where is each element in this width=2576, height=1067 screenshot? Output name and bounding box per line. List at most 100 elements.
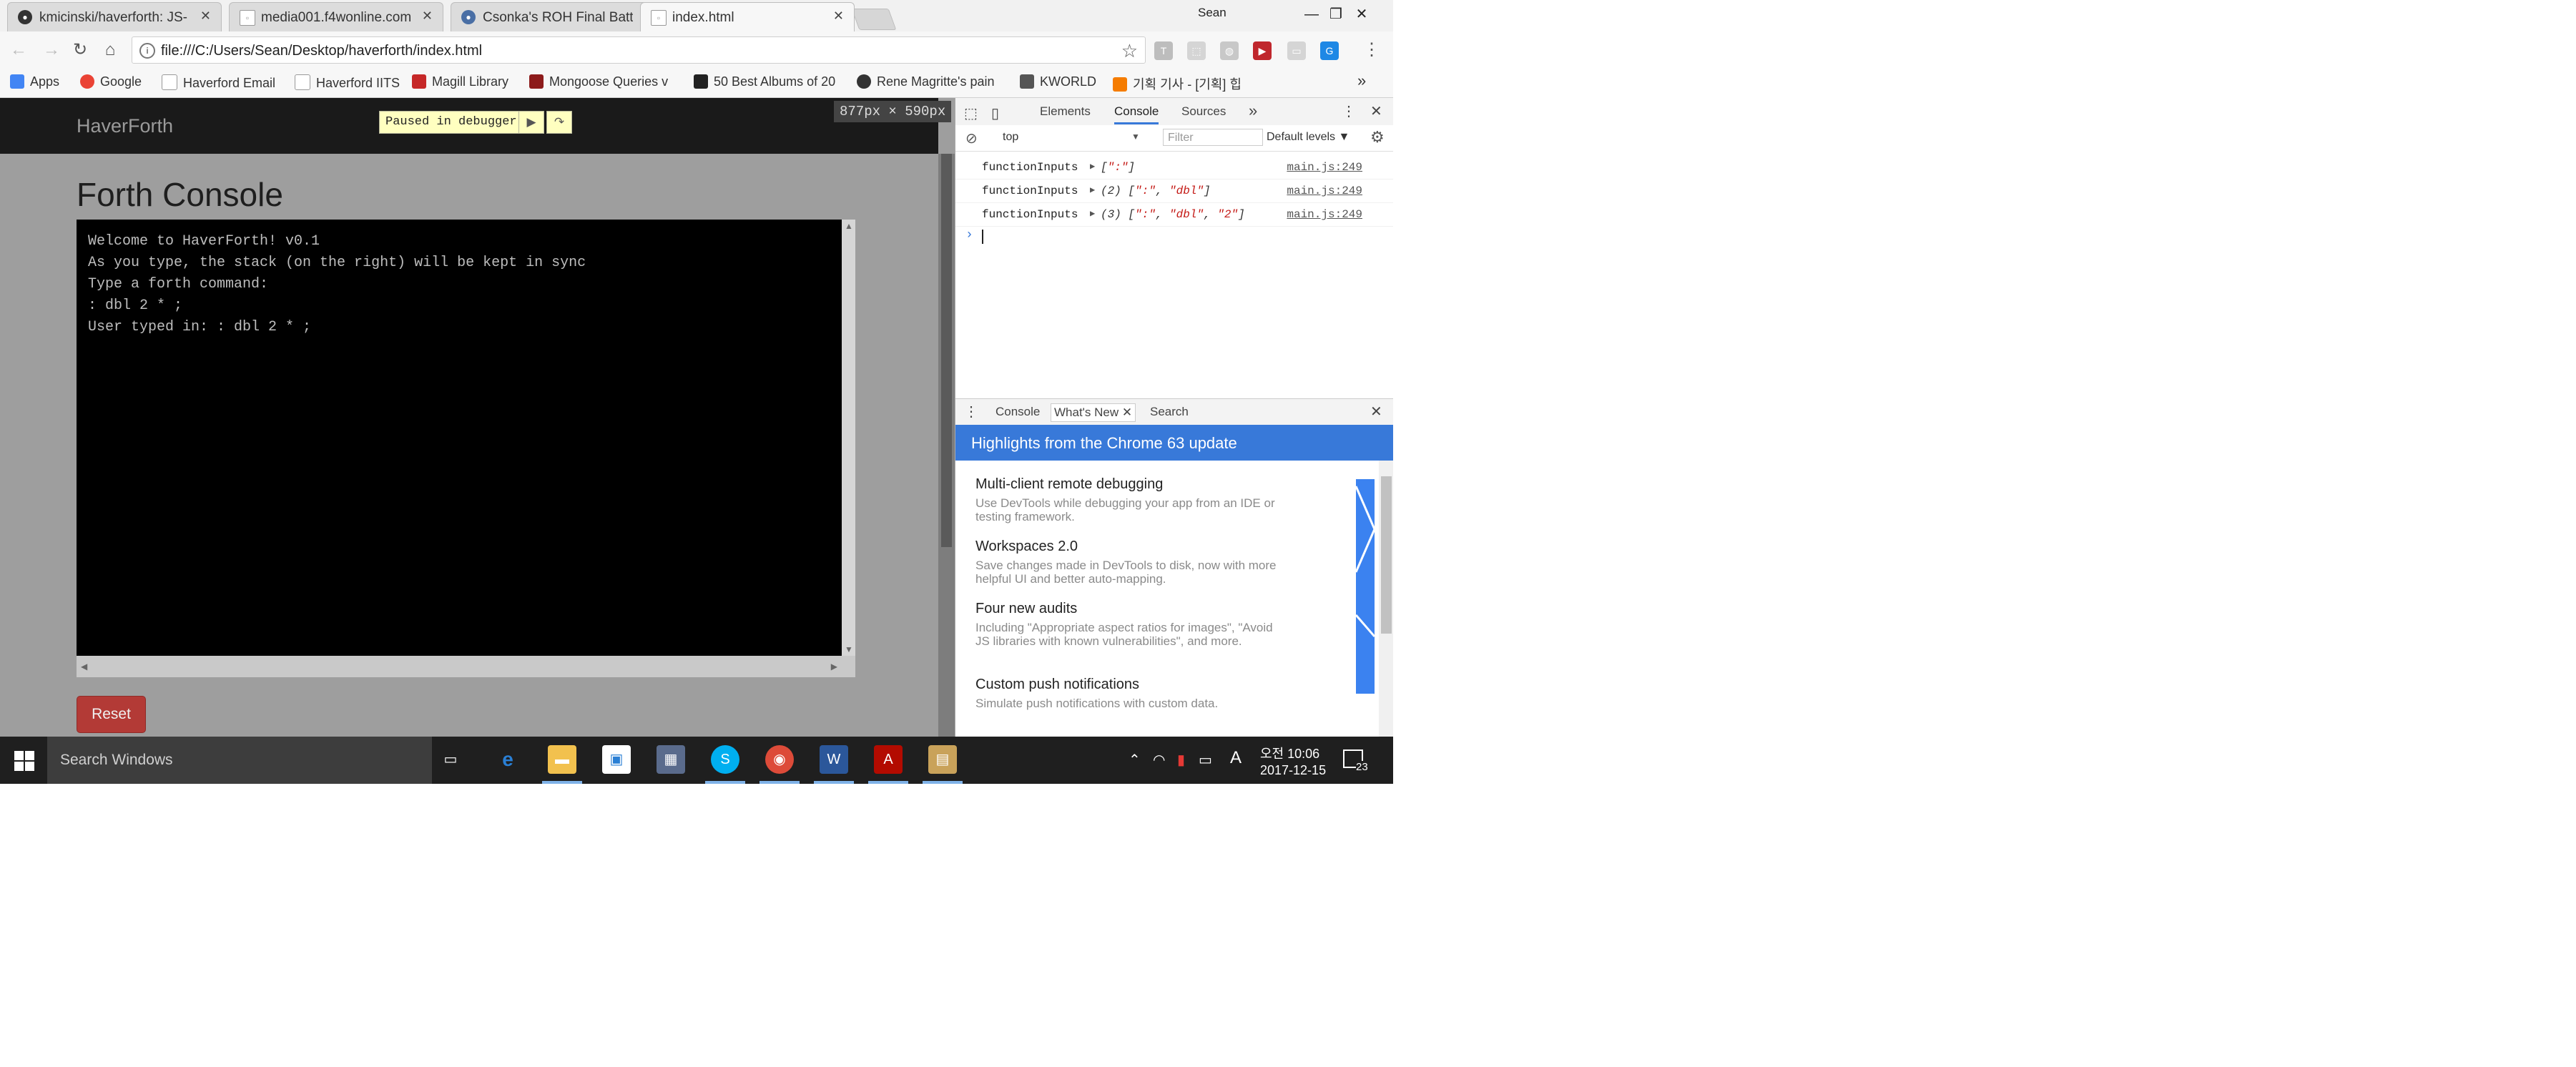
bookmark-rene-magritte[interactable]: Rene Magritte's pain: [857, 74, 995, 89]
close-icon[interactable]: ✕: [1122, 405, 1132, 419]
tab-elements[interactable]: Elements: [1040, 104, 1091, 119]
drawer-tab-search[interactable]: Search: [1150, 403, 1189, 421]
tab-github[interactable]: ● kmicinski/haverforth: JS- ✕: [7, 2, 222, 31]
tab-f4wonline[interactable]: ▫ media001.f4wonline.com ✕: [229, 2, 443, 31]
calculator-icon[interactable]: ▦: [657, 745, 685, 774]
extension-icon[interactable]: ▶: [1253, 41, 1272, 60]
bookmark-50-best-albums[interactable]: 50 Best Albums of 20: [694, 74, 835, 89]
close-devtools-icon[interactable]: ✕: [1370, 102, 1382, 120]
scroll-down-icon[interactable]: ▼: [845, 644, 853, 654]
whats-new-scrollbar[interactable]: [1379, 461, 1393, 737]
taskbar-search[interactable]: Search Windows: [47, 737, 432, 784]
expand-triangle-icon[interactable]: ▶: [1090, 185, 1095, 195]
drawer-tab-whats-new[interactable]: What's New ✕: [1051, 403, 1136, 422]
scroll-up-icon[interactable]: ▲: [845, 221, 853, 231]
brand-link[interactable]: HaverForth: [77, 115, 173, 137]
scroll-right-icon[interactable]: ▶: [831, 662, 837, 672]
close-drawer-icon[interactable]: ✕: [1370, 403, 1382, 421]
task-view-icon[interactable]: ▭: [436, 745, 465, 774]
console-log-row[interactable]: functionInputs ▶ (2) [":", "dbl"] main.j…: [955, 179, 1393, 203]
more-bookmarks-icon[interactable]: »: [1357, 72, 1366, 90]
address-bar[interactable]: i file:///C:/Users/Sean/Desktop/haverfor…: [132, 36, 1146, 64]
console-log-row[interactable]: functionInputs ▶ [":"] main.js:249: [955, 155, 1393, 180]
whats-new-item-title[interactable]: Custom push notifications: [975, 677, 1139, 693]
security-icon[interactable]: ▮: [1177, 751, 1185, 769]
console-filter-input[interactable]: Filter: [1163, 129, 1263, 146]
bookmark-magill-library[interactable]: Magill Library: [412, 74, 508, 89]
home-icon[interactable]: ⌂: [100, 40, 120, 60]
bookmark-google[interactable]: Google: [80, 74, 142, 89]
page-scrollbar[interactable]: [938, 154, 955, 737]
profile-name[interactable]: Sean: [1198, 6, 1226, 20]
info-icon[interactable]: i: [139, 43, 155, 59]
scrollbar-thumb[interactable]: [941, 154, 952, 547]
chevron-down-icon[interactable]: ▼: [1131, 132, 1140, 142]
wifi-icon[interactable]: ◠: [1153, 751, 1165, 769]
scrollbar-thumb[interactable]: [1381, 476, 1392, 634]
bookmark-korean-article[interactable]: 기획 기사 - [기획] 힙: [1113, 74, 1242, 93]
ime-indicator[interactable]: A: [1230, 748, 1242, 768]
tab-console[interactable]: Console: [1114, 104, 1159, 124]
devtools-menu-icon[interactable]: ⋮: [1342, 102, 1356, 120]
drawer-menu-icon[interactable]: ⋮: [964, 403, 978, 421]
console-vertical-scrollbar[interactable]: ▲ ▼: [842, 220, 855, 656]
acrobat-icon[interactable]: A: [874, 745, 903, 774]
expand-triangle-icon[interactable]: ▶: [1090, 208, 1095, 219]
menu-icon[interactable]: ⋮: [1362, 40, 1382, 60]
bookmark-mongoose[interactable]: Mongoose Queries v: [529, 74, 668, 89]
console-output[interactable]: Welcome to HaverForth! v0.1 As you type, …: [77, 220, 842, 656]
reset-button[interactable]: Reset: [77, 696, 146, 733]
clock-time[interactable]: 오전 10:06: [1260, 744, 1319, 762]
source-link[interactable]: main.js:249: [1287, 161, 1362, 174]
inspect-element-icon[interactable]: ⬚: [964, 104, 978, 122]
bookmark-star-icon[interactable]: ☆: [1121, 40, 1138, 62]
store-icon[interactable]: ▣: [602, 745, 631, 774]
console-input-caret[interactable]: [982, 230, 983, 244]
chrome-icon[interactable]: ◉: [765, 745, 794, 774]
show-hidden-icons[interactable]: ⌃: [1129, 751, 1141, 769]
scroll-left-icon[interactable]: ◀: [81, 662, 87, 672]
extension-icon[interactable]: T: [1154, 41, 1173, 60]
context-selector[interactable]: top: [1003, 131, 1018, 144]
edge-icon[interactable]: e: [493, 745, 522, 774]
close-tab-icon[interactable]: ✕: [200, 9, 211, 24]
step-over-icon[interactable]: ↷: [546, 111, 572, 134]
extension-icon[interactable]: G: [1320, 41, 1339, 60]
gear-icon[interactable]: ⚙: [1370, 128, 1385, 147]
close-tab-icon[interactable]: ✕: [422, 9, 433, 24]
new-tab-button[interactable]: [851, 9, 897, 30]
console-horizontal-scrollbar[interactable]: ◀ ▶: [77, 656, 842, 677]
close-window-button[interactable]: ✕: [1337, 0, 1386, 29]
close-tab-icon[interactable]: ✕: [833, 9, 844, 24]
app-icon[interactable]: ▤: [928, 745, 957, 774]
whats-new-item-title[interactable]: Multi-client remote debugging: [975, 476, 1163, 493]
bookmark-apps[interactable]: Apps: [10, 74, 59, 89]
whats-new-item-title[interactable]: Four new audits: [975, 601, 1077, 617]
extension-icon[interactable]: ⬚: [1187, 41, 1206, 60]
tab-csonka[interactable]: ● Csonka's ROH Final Battl ✕: [451, 2, 665, 31]
console-log-row[interactable]: functionInputs ▶ (3) [":", "dbl", "2"] m…: [955, 202, 1393, 227]
bookmark-haverford-email[interactable]: Haverford Email: [162, 74, 275, 91]
tab-sources[interactable]: Sources: [1181, 104, 1226, 119]
file-explorer-icon[interactable]: ▬: [548, 745, 576, 774]
skype-icon[interactable]: S: [711, 745, 739, 774]
more-tabs-icon[interactable]: »: [1249, 102, 1257, 120]
drawer-tab-console[interactable]: Console: [996, 403, 1040, 421]
expand-triangle-icon[interactable]: ▶: [1090, 161, 1095, 172]
source-link[interactable]: main.js:249: [1287, 185, 1362, 197]
bookmark-haverford-iits[interactable]: Haverford IITS: [295, 74, 400, 91]
resume-icon[interactable]: ▶: [518, 111, 544, 134]
source-link[interactable]: main.js:249: [1287, 208, 1362, 221]
windows-start-icon[interactable]: [14, 751, 34, 771]
bookmark-kworld[interactable]: KWORLD: [1020, 74, 1096, 89]
tab-index-html[interactable]: ▫ index.html ✕: [640, 2, 855, 31]
whats-new-item-title[interactable]: Workspaces 2.0: [975, 539, 1078, 555]
word-icon[interactable]: W: [820, 745, 848, 774]
forth-console-textarea[interactable]: Welcome to HaverForth! v0.1 As you type, …: [77, 220, 855, 677]
clear-console-icon[interactable]: ⊘: [965, 129, 978, 147]
extension-icon[interactable]: ▭: [1287, 41, 1306, 60]
log-levels-dropdown[interactable]: Default levels ▼: [1267, 131, 1350, 144]
reload-icon[interactable]: ↻: [70, 40, 90, 60]
url-text[interactable]: file:///C:/Users/Sean/Desktop/haverforth…: [161, 43, 482, 59]
globe-extension-icon[interactable]: ◍: [1220, 41, 1239, 60]
